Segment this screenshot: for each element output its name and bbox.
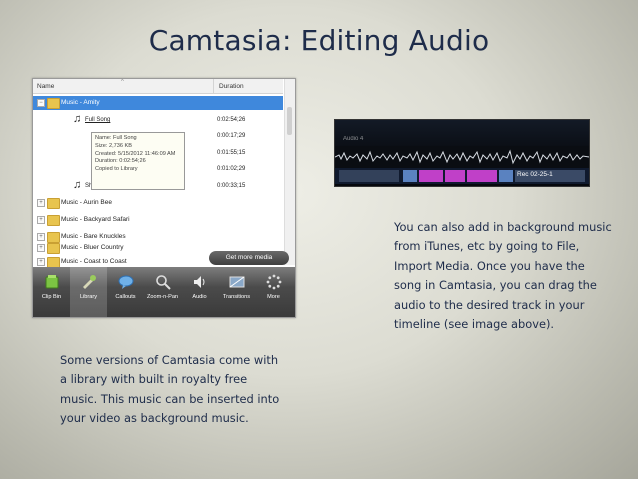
track-label: Audio 4: [343, 136, 364, 142]
song-info-tooltip: Name: Full Song Size: 2,736 KB Created: …: [91, 132, 185, 190]
audio-tab[interactable]: Audio: [181, 267, 218, 317]
tooltip-line: Size: 2,736 KB: [95, 142, 133, 149]
tab-label: Transitions: [222, 294, 251, 300]
tab-label: More: [267, 294, 280, 300]
folder-icon: [47, 243, 60, 254]
clip-block[interactable]: [445, 170, 465, 182]
tooltip-line: Duration: 0:02:54;26: [95, 158, 146, 165]
library-panel: Name ^ Duration − Music - Amity ♫ Full S…: [32, 78, 296, 318]
clip-block[interactable]: [467, 170, 497, 182]
duration-column-header[interactable]: Duration: [219, 83, 244, 90]
slide-title: Camtasia: Editing Audio: [148, 24, 490, 57]
timeline-screenshot: Audio 4 Rec 02-25-1: [334, 119, 590, 187]
folder-row-selected[interactable]: − Music - Amity: [33, 96, 283, 110]
song-duration: 0:02:54;26: [217, 117, 246, 123]
folder-label: Music - Amity: [61, 99, 100, 106]
music-note-icon: ♫: [73, 179, 82, 191]
folder-label: Music - Backyard Safari: [61, 216, 130, 223]
folder-icon: [47, 98, 60, 109]
tooltip-line: Created: 5/15/2012 11:46:09 AM: [95, 150, 176, 157]
task-toolbar: Clip Bin Library Callouts Zoom-n-Pan Aud…: [33, 267, 295, 317]
folder-row[interactable]: + Music - Backyard Safari: [33, 213, 283, 227]
collapse-icon[interactable]: −: [37, 99, 45, 107]
clip-block[interactable]: [339, 170, 399, 182]
audio-icon: [194, 276, 205, 288]
song-row[interactable]: ♫ Full Song 0:02:54;26: [33, 113, 283, 127]
tab-label: Library: [79, 294, 98, 300]
expand-icon[interactable]: +: [37, 244, 45, 252]
music-note-icon: ♫: [73, 113, 82, 125]
clip-block[interactable]: [403, 170, 417, 182]
transitions-icon: [229, 276, 245, 288]
tooltip-line: Name: Full Song: [95, 135, 137, 141]
zoom-icon: [156, 275, 171, 290]
name-column-header[interactable]: Name: [37, 83, 54, 90]
timeline-track-header: Audio 4: [335, 120, 589, 146]
callouts-icon: [118, 275, 134, 289]
library-icon: [83, 275, 96, 289]
folder-label: Music - Bare Knuckles: [61, 233, 126, 240]
right-body-text: You can also add in background music fro…: [394, 220, 612, 332]
folder-icon: [47, 215, 60, 226]
expand-icon[interactable]: +: [37, 258, 45, 266]
song-duration: 0:00:17;29: [217, 133, 246, 139]
folder-icon: [47, 198, 60, 209]
expand-icon[interactable]: +: [37, 199, 45, 207]
library-tab[interactable]: Library: [70, 267, 107, 317]
song-duration: 0:01:02;29: [217, 166, 246, 172]
more-icon: [266, 274, 282, 290]
tooltip-line: Copied to Library: [95, 166, 138, 173]
tab-label: Clip Bin: [41, 294, 62, 300]
sort-caret-icon: ^: [121, 79, 124, 85]
tab-label: Callouts: [115, 294, 136, 300]
audio-waveform: [335, 146, 589, 168]
expand-icon[interactable]: +: [37, 233, 45, 241]
tab-label: Zoom-n-Pan: [146, 294, 179, 300]
clip-label: Rec 02-25-1: [517, 171, 553, 178]
folder-row[interactable]: + Music - Aurin Bee: [33, 196, 283, 210]
get-more-media-button[interactable]: Get more media: [209, 251, 289, 265]
song-name: Full Song: [85, 117, 111, 123]
tab-label: Audio: [192, 294, 207, 300]
transitions-tab[interactable]: Transitions: [218, 267, 255, 317]
folder-label: Music - Bluer Country: [61, 244, 124, 251]
library-scrollbar[interactable]: [284, 79, 295, 265]
more-tab[interactable]: More: [255, 267, 292, 317]
clip-bin-icon: [45, 275, 59, 289]
clip-bin-tab[interactable]: Clip Bin: [33, 267, 70, 317]
clip-block[interactable]: [419, 170, 443, 182]
library-header: Name ^ Duration: [33, 79, 283, 94]
waveform-graphic: [335, 149, 589, 165]
folder-label: Music - Aurin Bee: [61, 199, 112, 206]
zoom-n-pan-tab[interactable]: Zoom-n-Pan: [144, 267, 181, 317]
song-duration: 0:01:55;15: [217, 150, 246, 156]
left-body-text: Some versions of Camtasia come with a li…: [60, 353, 280, 426]
clip-block[interactable]: [499, 170, 513, 182]
expand-icon[interactable]: +: [37, 216, 45, 224]
column-separator: [213, 79, 214, 93]
song-duration: 0:00:33;15: [217, 183, 246, 189]
scrollbar-thumb[interactable]: [287, 107, 292, 135]
folder-label: Music - Coast to Coast: [61, 258, 127, 265]
callouts-tab[interactable]: Callouts: [107, 267, 144, 317]
